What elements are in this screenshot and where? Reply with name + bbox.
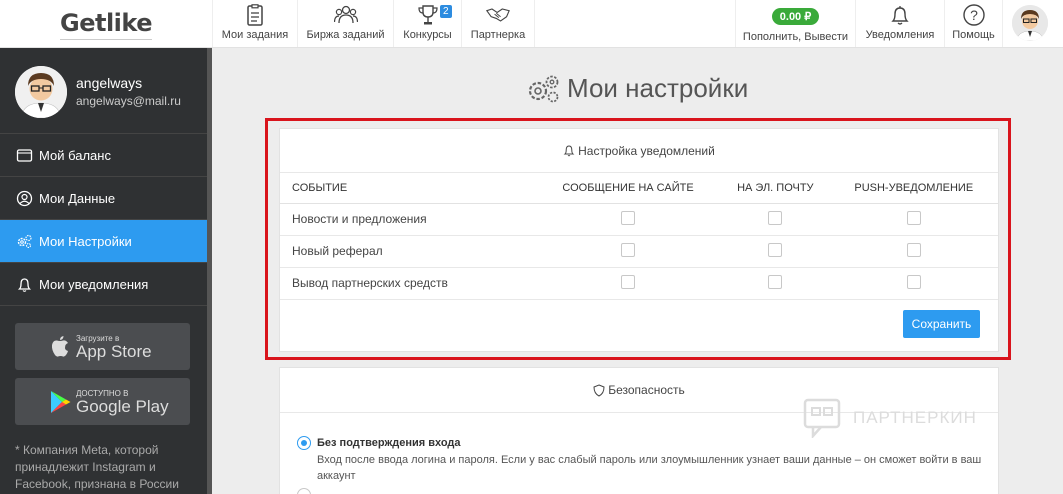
top-bar: Getlike Мои задания Биржа заданий 2 Конк… xyxy=(0,0,1063,48)
logo[interactable]: Getlike xyxy=(0,0,212,48)
apple-icon xyxy=(51,336,68,357)
clipboard-icon xyxy=(247,4,263,26)
option-title: Без подтверждения входа xyxy=(317,437,461,449)
row-label: Новый реферал xyxy=(280,235,535,268)
row-label: Новости и предложения xyxy=(280,203,535,236)
card-header: Настройка уведомлений xyxy=(280,129,998,173)
question-circle-icon: ? xyxy=(962,4,985,26)
sidebar-item-label: Мои Данные xyxy=(39,190,116,206)
contests-badge: 2 xyxy=(440,5,452,18)
nav-partner[interactable]: Партнерка xyxy=(461,0,535,47)
push-checkbox[interactable] xyxy=(906,210,921,225)
nav-my-tasks[interactable]: Мои задания xyxy=(212,0,297,47)
column-email: На эл. почту xyxy=(721,173,830,204)
gears-icon xyxy=(528,75,559,102)
bell-icon xyxy=(17,277,32,292)
nav-my-tasks-label: Мои задания xyxy=(221,29,289,41)
avatar-icon xyxy=(15,66,67,118)
column-site-message: Сообщение на сайте xyxy=(535,173,722,204)
sidebar-item-label: Мои уведомления xyxy=(39,276,149,292)
email-checkbox[interactable] xyxy=(768,242,783,257)
profile-block: angelways angelways@mail.ru xyxy=(0,48,207,134)
user-circle-icon xyxy=(16,190,33,206)
nav-balance[interactable]: 0.00 ₽ Пополнить, Вывести xyxy=(735,0,855,47)
option-description: Вход после ввода логина и пароля. Если у… xyxy=(317,454,982,482)
sidebar-item-label: Мой баланс xyxy=(39,147,111,163)
app-store-button[interactable]: Загрузите в App Store xyxy=(15,323,190,370)
watermark-text: ПАРТНЕРКИН xyxy=(853,408,977,427)
second-option-radio[interactable] xyxy=(297,488,311,494)
site-checkbox[interactable] xyxy=(621,274,636,289)
page-title-text: Мои настройки xyxy=(567,73,749,103)
sidebar-item-data[interactable]: Мои Данные xyxy=(0,177,207,220)
email-checkbox[interactable] xyxy=(768,210,783,225)
bell-icon xyxy=(563,145,575,157)
nav-task-exchange[interactable]: Биржа заданий xyxy=(297,0,393,47)
card-title: Безопасность xyxy=(608,383,685,397)
nav-contests[interactable]: 2 Конкурсы xyxy=(393,0,461,47)
bell-icon xyxy=(891,6,909,25)
google-play-button[interactable]: ДОСТУПНО В Google Play xyxy=(15,378,190,425)
push-checkbox[interactable] xyxy=(906,242,921,257)
sidebar-item-label: Мои Настройки xyxy=(39,233,132,249)
nav-balance-label: Пополнить, Вывести xyxy=(742,31,849,43)
nav-partner-label: Партнерка xyxy=(470,29,526,41)
sidebar-item-notifications[interactable]: Мои уведомления xyxy=(0,263,207,306)
page-title: Мои настройки xyxy=(525,73,748,104)
nav-help[interactable]: ? Помощь xyxy=(944,0,1003,47)
sidebar-item-balance[interactable]: Мой баланс xyxy=(0,134,207,177)
shield-icon xyxy=(593,383,605,397)
trophy-icon xyxy=(417,5,438,25)
site-checkbox[interactable] xyxy=(621,210,636,225)
table-row: Новый реферал xyxy=(280,235,998,268)
users-group-icon xyxy=(333,5,358,24)
email-checkbox[interactable] xyxy=(768,274,783,289)
svg-text:?: ? xyxy=(970,7,978,23)
wallet-icon xyxy=(16,148,33,162)
avatar-icon xyxy=(1012,5,1048,41)
google-play-big-text: Google Play xyxy=(76,396,169,416)
notification-settings-card: Настройка уведомлений Событие Сообщение … xyxy=(279,128,999,352)
card-title: Настройка уведомлений xyxy=(578,143,715,158)
gears-icon xyxy=(17,234,32,248)
site-checkbox[interactable] xyxy=(621,242,636,257)
notification-table: Событие Сообщение на сайте На эл. почту … xyxy=(280,173,998,300)
app-store-big-text: App Store xyxy=(76,341,152,361)
profile-name: angelways xyxy=(76,75,143,91)
chat-bubble-icon xyxy=(803,398,841,438)
column-event: Событие xyxy=(280,173,535,204)
nav-task-exchange-label: Биржа заданий xyxy=(306,29,385,41)
row-label: Вывод партнерских средств xyxy=(280,267,535,300)
logo-text: Getlike xyxy=(60,9,153,40)
user-avatar[interactable] xyxy=(1012,5,1048,41)
profile-email: angelways@mail.ru xyxy=(76,94,181,108)
nav-notifications[interactable]: Уведомления xyxy=(855,0,944,47)
google-play-icon xyxy=(51,391,71,413)
sidebar-item-settings[interactable]: Мои Настройки xyxy=(0,220,207,263)
table-row: Вывод партнерских средств xyxy=(280,267,998,300)
no-confirmation-radio[interactable] xyxy=(297,436,311,450)
sidebar-scrollbar[interactable] xyxy=(207,48,212,494)
nav-notifications-label: Уведомления xyxy=(865,29,935,41)
meta-footnote: * Компания Meta, которой принадлежит Ins… xyxy=(15,443,179,491)
profile-avatar xyxy=(15,66,67,118)
nav-contests-label: Конкурсы xyxy=(403,29,452,41)
nav-help-label: Помощь xyxy=(952,29,995,41)
balance-pill: 0.00 ₽ xyxy=(771,8,820,25)
handshake-icon xyxy=(486,8,510,22)
watermark: ПАРТНЕРКИН xyxy=(803,398,977,438)
sidebar: angelways angelways@mail.ru Мой баланс М… xyxy=(0,48,212,494)
table-row: Новости и предложения xyxy=(280,203,998,236)
table-header-row: Событие Сообщение на сайте На эл. почту … xyxy=(280,173,998,204)
save-button[interactable]: Сохранить xyxy=(903,310,980,338)
column-push: Push-уведомление xyxy=(829,173,998,204)
push-checkbox[interactable] xyxy=(906,274,921,289)
